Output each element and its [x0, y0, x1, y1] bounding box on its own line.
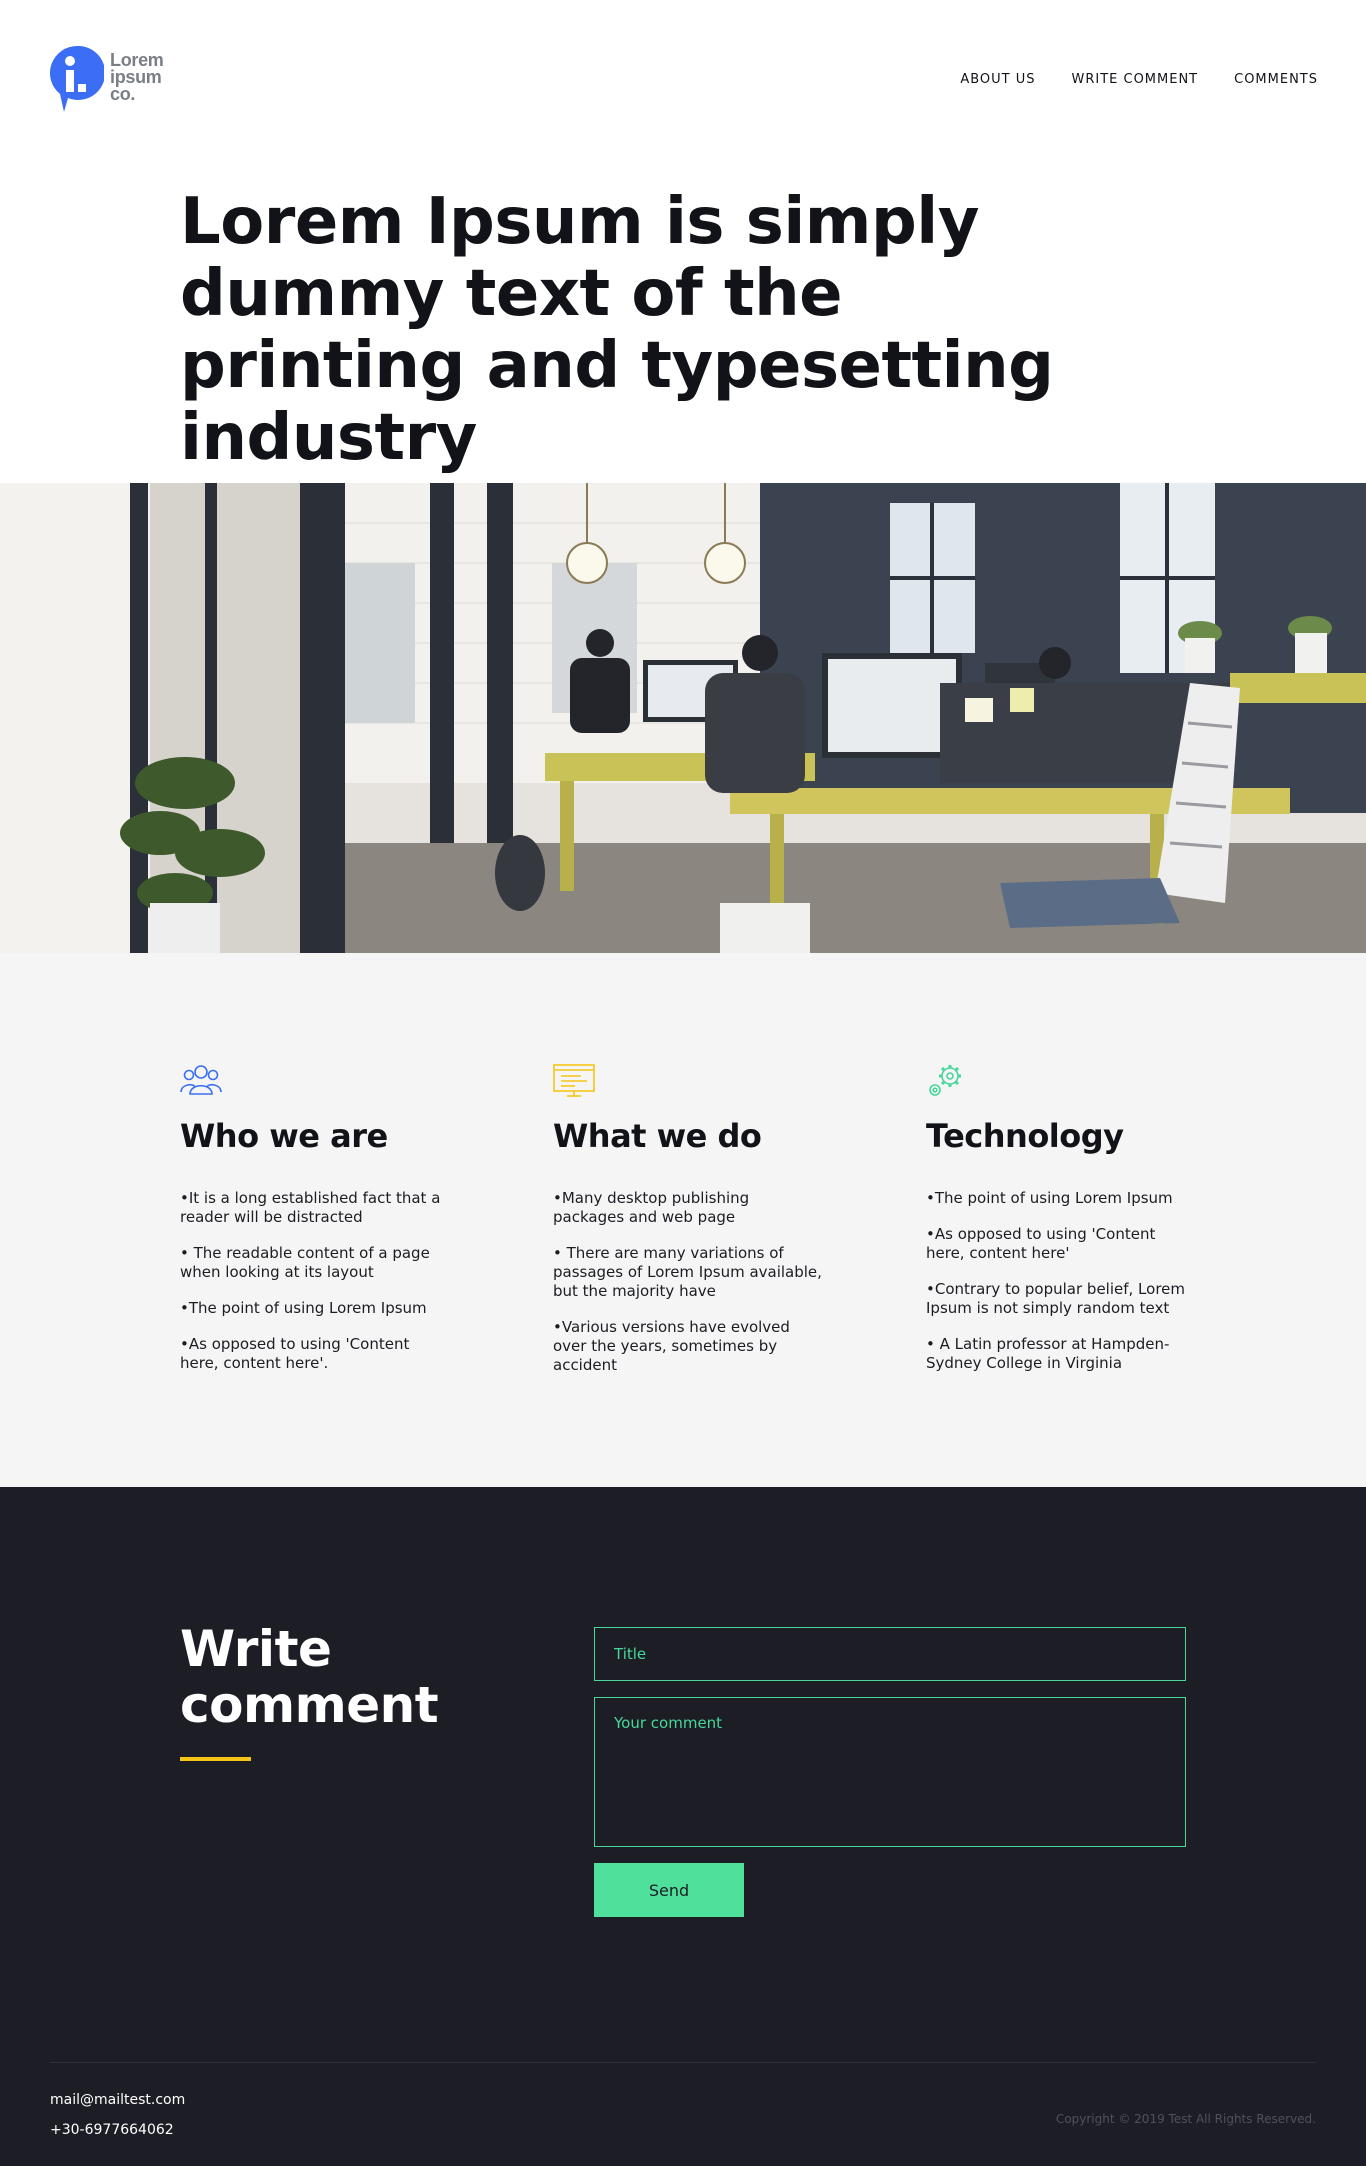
feature-heading: Technology — [926, 1117, 1124, 1155]
nav-comments[interactable]: COMMENTS — [1234, 72, 1318, 87]
gears-icon — [926, 1063, 968, 1099]
list-item: As opposed to using 'Content here, conte… — [926, 1225, 1196, 1263]
comment-section: Write comment Send mail@mailtest.com +30… — [0, 1487, 1366, 2166]
list-item: Contrary to popular belief, Lorem Ipsum … — [926, 1280, 1196, 1318]
send-button[interactable]: Send — [594, 1863, 744, 1917]
list-item: Various versions have evolved over the y… — [553, 1318, 823, 1375]
feature-who-we-are: Who we are It is a long established fact… — [180, 1063, 450, 1390]
list-item: A Latin professor at Hampden-Sydney Coll… — [926, 1335, 1196, 1373]
features-section: Who we are It is a long established fact… — [0, 953, 1366, 1487]
footer-email[interactable]: mail@mailtest.com — [50, 2092, 185, 2108]
feature-list: It is a long established fact that a rea… — [180, 1189, 450, 1373]
list-item: The point of using Lorem Ipsum — [926, 1189, 1196, 1208]
feature-heading: What we do — [553, 1117, 762, 1155]
hero-title: Lorem Ipsum is simply dummy text of the … — [180, 185, 1054, 475]
monitor-icon — [553, 1063, 595, 1099]
logo-line: co. — [110, 84, 136, 104]
logo[interactable]: Lorem ipsum co. — [49, 45, 164, 116]
footer-divider — [50, 2062, 1316, 2063]
comment-textarea[interactable] — [594, 1697, 1186, 1847]
site-header: Lorem ipsum co. ABOUT US WRITE COMMENT C… — [0, 0, 1366, 160]
main-nav: ABOUT US WRITE COMMENT COMMENTS — [960, 72, 1318, 87]
list-item: The point of using Lorem Ipsum — [180, 1299, 450, 1318]
heading-underline — [180, 1757, 251, 1761]
people-icon — [180, 1063, 222, 1099]
office-photo — [0, 483, 1366, 953]
footer-copyright: Copyright © 2019 Test All Rights Reserve… — [1055, 2112, 1316, 2126]
nav-about-us[interactable]: ABOUT US — [960, 72, 1035, 87]
list-item: Many desktop publishing packages and web… — [553, 1189, 823, 1227]
footer-phone[interactable]: +30-6977664062 — [50, 2122, 174, 2138]
logo-icon — [49, 45, 106, 116]
list-item: It is a long established fact that a rea… — [180, 1189, 450, 1227]
feature-what-we-do: What we do Many desktop publishing packa… — [553, 1063, 823, 1392]
logo-text: Lorem ipsum co. — [110, 51, 164, 104]
feature-list: The point of using Lorem Ipsum As oppose… — [926, 1189, 1196, 1373]
list-item: As opposed to using 'Content here, conte… — [180, 1335, 450, 1373]
list-item: There are many variations of passages of… — [553, 1244, 823, 1301]
feature-list: Many desktop publishing packages and web… — [553, 1189, 823, 1375]
write-comment-heading: Write comment — [180, 1620, 439, 1734]
list-item: The readable content of a page when look… — [180, 1244, 450, 1282]
feature-technology: Technology The point of using Lorem Ipsu… — [926, 1063, 1196, 1390]
feature-heading: Who we are — [180, 1117, 388, 1155]
nav-write-comment[interactable]: WRITE COMMENT — [1071, 72, 1198, 87]
title-input[interactable] — [594, 1627, 1186, 1681]
